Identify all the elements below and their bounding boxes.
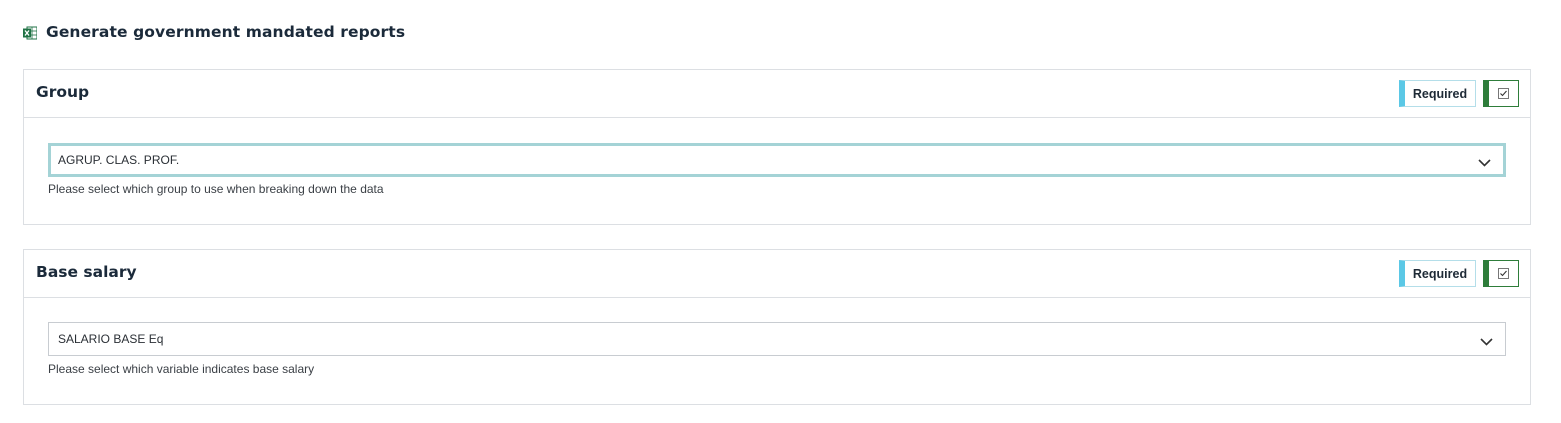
checkbox-icon: [1498, 88, 1509, 99]
required-badge: Required: [1399, 260, 1476, 287]
group-select[interactable]: AGRUP. CLAS. PROF.: [48, 143, 1506, 177]
group-card: Group Required AGRUP. CLAS. PROF. Please…: [23, 69, 1531, 225]
base-salary-select[interactable]: SALARIO BASE Eq: [48, 322, 1506, 356]
group-help-text: Please select which group to use when br…: [48, 182, 384, 196]
group-card-header: Group Required: [24, 70, 1530, 118]
group-card-title: Group: [36, 83, 90, 101]
chevron-down-icon: [1478, 156, 1491, 167]
required-badge: Required: [1399, 80, 1476, 107]
page-header: Generate government mandated reports: [23, 20, 405, 44]
base-salary-select-value: SALARIO BASE Eq: [58, 332, 164, 346]
page-title: Generate government mandated reports: [46, 23, 406, 41]
chevron-down-icon: [1480, 335, 1493, 346]
checkbox-icon: [1498, 268, 1509, 279]
group-select-value: AGRUP. CLAS. PROF.: [58, 153, 180, 167]
base-salary-enable-toggle[interactable]: [1483, 260, 1519, 287]
base-salary-card-title: Base salary: [36, 263, 137, 281]
base-salary-card: Base salary Required SALARIO BASE Eq Ple…: [23, 249, 1531, 405]
base-salary-help-text: Please select which variable indicates b…: [48, 362, 315, 376]
group-enable-toggle[interactable]: [1483, 80, 1519, 107]
base-salary-card-header: Base salary Required: [24, 250, 1530, 298]
excel-icon: [23, 25, 38, 40]
